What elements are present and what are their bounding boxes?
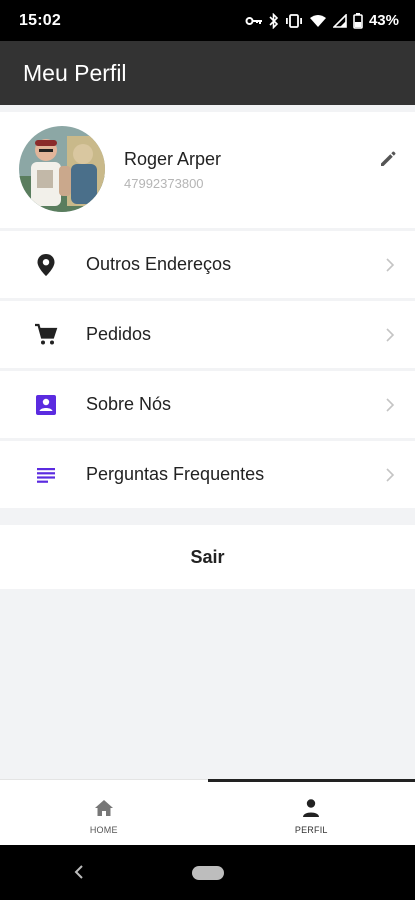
edit-profile-button[interactable] <box>377 150 399 172</box>
menu-list: Outros Endereços Pedidos Sobre Nós Pergu… <box>0 231 415 511</box>
back-icon[interactable] <box>74 864 84 885</box>
profile-name: Roger Arper <box>124 149 222 169</box>
status-icons: 43% <box>245 12 399 29</box>
menu-item-outros-enderecos[interactable]: Outros Endereços <box>0 231 415 298</box>
active-tab-indicator <box>208 779 415 782</box>
nav-item-perfil[interactable]: PERFIL <box>208 780 415 845</box>
home-pill[interactable] <box>192 866 224 880</box>
bluetooth-icon <box>269 12 279 29</box>
profile-card: Roger Arper 47992373800 <box>0 112 415 228</box>
person-icon <box>300 797 322 819</box>
battery-percent: 43% <box>368 12 399 29</box>
bottom-nav: HOME PERFIL <box>0 779 415 845</box>
vpn-key-icon <box>245 15 263 27</box>
avatar[interactable] <box>19 126 105 212</box>
menu-item-label: Perguntas Frequentes <box>86 464 265 484</box>
chevron-right-icon <box>385 257 399 272</box>
nav-item-home[interactable]: HOME <box>0 780 208 845</box>
status-bar: 15:02 43% <box>0 0 415 41</box>
logout-label: Sair <box>190 546 225 567</box>
nav-label-home: HOME <box>89 824 118 835</box>
contact-card-icon <box>33 392 59 418</box>
menu-item-sobre-nos[interactable]: Sobre Nós <box>0 371 415 438</box>
pencil-icon <box>379 150 397 173</box>
wifi-icon <box>309 14 327 28</box>
status-time: 15:02 <box>19 11 61 29</box>
menu-item-label: Pedidos <box>86 324 152 344</box>
vibrate-icon <box>285 13 303 28</box>
notes-list-icon <box>33 462 59 488</box>
signal-icon <box>332 13 347 28</box>
menu-item-label: Sobre Nós <box>86 394 172 414</box>
home-icon <box>93 797 115 819</box>
menu-item-label: Outros Endereços <box>86 254 232 274</box>
app-bar: Meu Perfil <box>0 41 415 105</box>
profile-info: Roger Arper 47992373800 <box>124 149 221 191</box>
system-nav-bar <box>0 845 415 900</box>
shopping-cart-icon <box>33 322 59 348</box>
battery-icon <box>353 12 363 29</box>
nav-label-perfil: PERFIL <box>294 824 328 835</box>
chevron-right-icon <box>385 467 399 482</box>
chevron-right-icon <box>385 327 399 342</box>
page-title: Meu Perfil <box>23 59 127 86</box>
chevron-right-icon <box>385 397 399 412</box>
profile-phone: 47992373800 <box>124 176 204 191</box>
logout-button[interactable]: Sair <box>0 525 415 589</box>
menu-item-perguntas-frequentes[interactable]: Perguntas Frequentes <box>0 441 415 508</box>
location-pin-icon <box>33 252 59 278</box>
menu-item-pedidos[interactable]: Pedidos <box>0 301 415 368</box>
